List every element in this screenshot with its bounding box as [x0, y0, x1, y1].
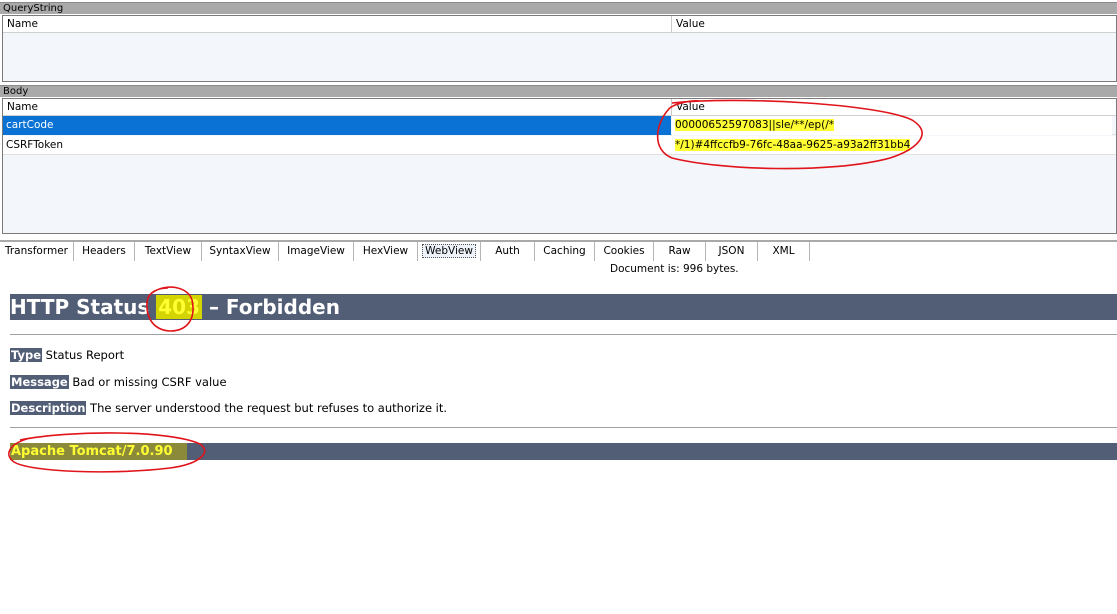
- row-name-cartcode: cartCode: [3, 116, 671, 135]
- tab-auth[interactable]: Auth: [481, 242, 535, 261]
- tab-caching[interactable]: Caching: [535, 242, 595, 261]
- tab-cookies[interactable]: Cookies: [595, 242, 654, 261]
- tab-hexview[interactable]: HexView: [354, 242, 418, 261]
- description-label: Description: [10, 401, 87, 415]
- document-size-info: Document is: 996 bytes.: [610, 263, 739, 275]
- row-value-cartcode: 00000652597083||sle/**/ep(/*: [672, 116, 1112, 135]
- divider: [10, 334, 1117, 335]
- row-name-csrftoken: CSRFToken: [6, 139, 64, 151]
- querystring-section-title: QueryString: [0, 2, 1117, 14]
- tab-textview[interactable]: TextView: [135, 242, 202, 261]
- type-value: Status Report: [42, 348, 125, 362]
- tab-headers[interactable]: Headers: [74, 242, 135, 261]
- type-line: Type Status Report: [10, 347, 124, 363]
- cartcode-value-text: 00000652597083||sle/**/ep(/*: [675, 119, 835, 131]
- table-row[interactable]: CSRFToken */1)#4ffccfb9-76fc-48aa-9625-a…: [3, 136, 1116, 155]
- http-status-title: HTTP Status 403 – Forbidden: [10, 294, 1117, 320]
- message-label: Message: [10, 375, 69, 389]
- body-section-title: Body: [0, 85, 1117, 97]
- body-value-column[interactable]: Value: [672, 99, 1112, 115]
- body-grid-header: Name Value: [3, 99, 1116, 116]
- tab-raw[interactable]: Raw: [654, 242, 706, 261]
- description-line: Description The server understood the re…: [10, 400, 447, 416]
- tab-webview[interactable]: WebView: [418, 242, 481, 261]
- message-line: Message Bad or missing CSRF value: [10, 374, 227, 390]
- querystring-title-label: QueryString: [3, 3, 64, 14]
- message-value: Bad or missing CSRF value: [68, 375, 227, 389]
- body-grid[interactable]: Name Value cartCode 00000652597083||sle/…: [2, 98, 1117, 234]
- table-row[interactable]: cartCode 00000652597083||sle/**/ep(/*: [3, 116, 1116, 135]
- type-label: Type: [10, 348, 43, 362]
- title-suffix: – Forbidden: [201, 295, 340, 319]
- row-value-csrftoken: */1)#4ffccfb9-76fc-48aa-9625-a93a2ff31bb…: [672, 136, 1112, 155]
- server-version: Apache Tomcat/7.0.90: [10, 443, 187, 460]
- querystring-value-column[interactable]: Value: [672, 16, 1112, 32]
- body-title-label: Body: [3, 86, 29, 97]
- querystring-grid-header: Name Value: [3, 16, 1116, 33]
- response-tab-strip: Transformer Headers TextView SyntaxView …: [0, 240, 1117, 262]
- description-value: The server understood the request but re…: [86, 401, 448, 415]
- body-name-column[interactable]: Name: [3, 99, 671, 115]
- title-prefix: HTTP Status: [10, 295, 157, 319]
- querystring-grid[interactable]: Name Value: [2, 15, 1117, 82]
- tab-json[interactable]: JSON: [706, 242, 758, 261]
- status-code: 403: [156, 295, 202, 319]
- divider: [10, 427, 1117, 428]
- tab-transformer[interactable]: Transformer: [0, 242, 74, 261]
- tab-xml[interactable]: XML: [758, 242, 810, 261]
- csrftoken-value-text: */1)#4ffccfb9-76fc-48aa-9625-a93a2ff31bb…: [675, 139, 911, 151]
- querystring-name-column[interactable]: Name: [3, 16, 671, 32]
- tab-imageview[interactable]: ImageView: [279, 242, 354, 261]
- tab-syntaxview[interactable]: SyntaxView: [202, 242, 279, 261]
